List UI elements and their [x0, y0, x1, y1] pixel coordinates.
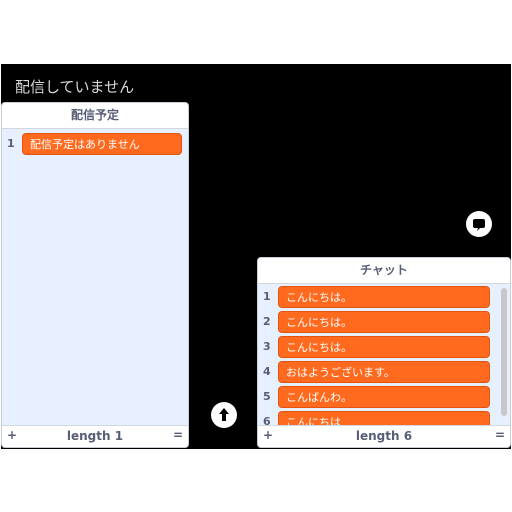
resize-handle[interactable]: =: [495, 428, 505, 442]
list-item-value[interactable]: こんばんわ。: [278, 386, 490, 408]
list-item-index: 3: [263, 340, 271, 353]
list-item-value[interactable]: こんにちは: [278, 411, 490, 425]
chat-button[interactable]: [466, 211, 492, 237]
schedule-list-title: 配信予定: [2, 103, 188, 129]
schedule-list-panel: 配信予定 1 配信予定はありません + length 1 =: [1, 102, 189, 448]
list-item-index: 4: [263, 365, 271, 378]
arrow-up-icon: [219, 408, 229, 421]
list-item-value[interactable]: こんにちは。: [278, 286, 490, 308]
list-item-value[interactable]: おはようございます。: [278, 361, 490, 383]
schedule-list-body: 1 配信予定はありません: [2, 129, 188, 425]
stage-status-text: 配信していません: [15, 78, 135, 96]
list-item-value[interactable]: こんにちは。: [278, 311, 490, 333]
list-item-index: 1: [263, 290, 271, 303]
list-item-index: 2: [263, 315, 271, 328]
scrollbar[interactable]: [501, 288, 507, 416]
resize-handle[interactable]: =: [173, 428, 183, 442]
list-item[interactable]: 1 配信予定はありません: [2, 133, 188, 155]
chat-list-title: チャット: [258, 258, 510, 284]
list-item[interactable]: 6 こんにちは: [258, 411, 510, 425]
list-item[interactable]: 4 おはようございます。: [258, 361, 510, 383]
scroll-up-button[interactable]: [211, 402, 237, 428]
list-item[interactable]: 5 こんばんわ。: [258, 386, 510, 408]
chat-list-body: 1 こんにちは。 2 こんにちは。 3 こんにちは。 4 おはようございます。 …: [258, 284, 510, 425]
list-item-index: 5: [263, 390, 271, 403]
list-item[interactable]: 2 こんにちは。: [258, 311, 510, 333]
list-item-value[interactable]: こんにちは。: [278, 336, 490, 358]
list-item-value[interactable]: 配信予定はありません: [22, 133, 182, 155]
chat-list-footer: + length 6 =: [258, 425, 510, 447]
chat-list-panel: チャット 1 こんにちは。 2 こんにちは。 3 こんにちは。 4 おはようござ…: [257, 257, 511, 448]
chat-bubble-icon: [473, 219, 485, 231]
list-length-label: length 6: [355, 429, 413, 443]
list-item-index: 6: [263, 415, 271, 425]
schedule-list-footer: + length 1 =: [2, 425, 188, 447]
list-length-label: length 1: [66, 429, 124, 443]
list-item[interactable]: 1 こんにちは。: [258, 286, 510, 308]
list-item[interactable]: 3 こんにちは。: [258, 336, 510, 358]
list-item-index: 1: [7, 137, 15, 150]
